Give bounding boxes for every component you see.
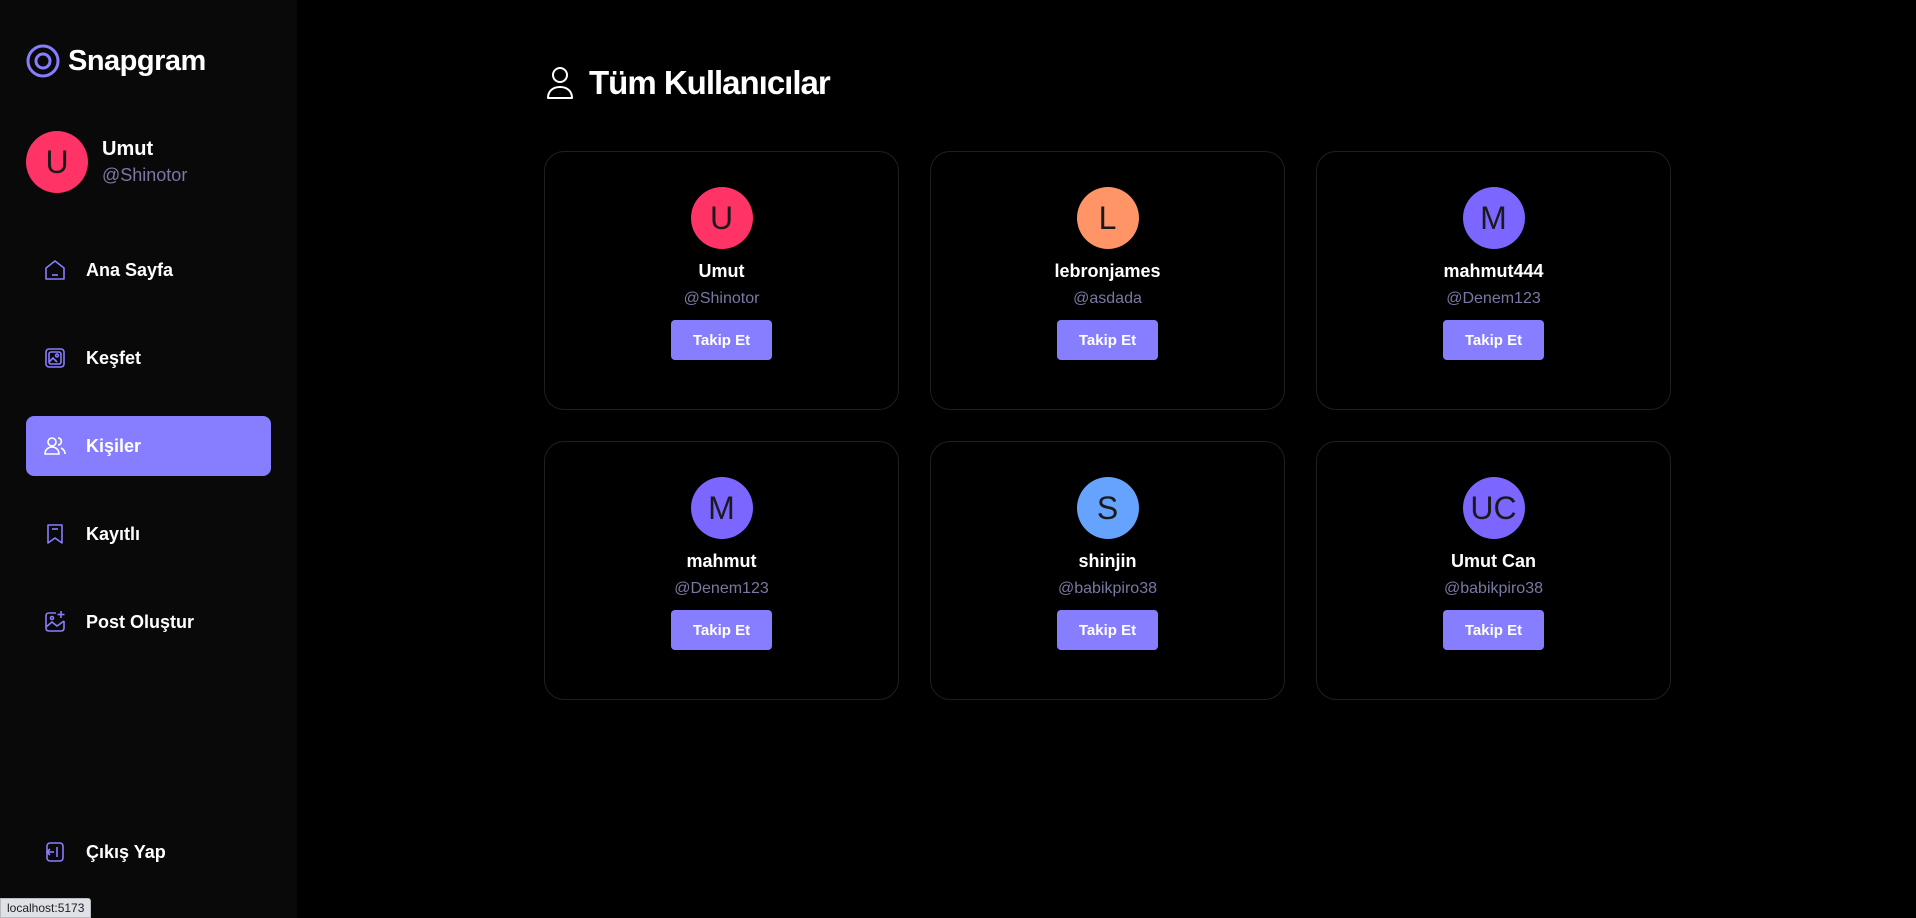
user-name[interactable]: mahmut — [686, 551, 756, 572]
follow-button[interactable]: Takip Et — [1442, 320, 1545, 360]
sidebar-nav: Ana Sayfa Keşfet Kişiler Kayıtlı Post Ol… — [26, 240, 271, 680]
user-card: S shinjin @babikpiro38 Takip Et — [930, 441, 1285, 700]
app-name: Snapgram — [68, 44, 206, 77]
follow-button[interactable]: Takip Et — [1056, 610, 1159, 650]
user-card: M mahmut @Denem123 Takip Et — [544, 441, 899, 700]
avatar-initial: S — [1096, 489, 1119, 526]
gallery-icon — [45, 348, 65, 368]
logout-button[interactable]: Çıkış Yap — [26, 822, 271, 882]
main-content: Tüm Kullanıcılar U Umut @Shinotor Takip … — [297, 0, 1916, 918]
sidebar-item-explore[interactable]: Keşfet — [26, 328, 271, 388]
sidebar-item-home[interactable]: Ana Sayfa — [26, 240, 271, 300]
home-icon — [45, 260, 65, 280]
sidebar-item-label: Post Oluştur — [86, 611, 195, 632]
sidebar-item-label: Kişiler — [86, 435, 142, 456]
sidebar-item-saved[interactable]: Kayıtlı — [26, 504, 271, 564]
camera-logo-icon — [26, 44, 60, 78]
avatar[interactable]: U — [690, 187, 753, 249]
user-name[interactable]: lebronjames — [1054, 261, 1160, 282]
app: Snapgram U Umut @Shinotor Ana Sayfa Keşf… — [0, 0, 1916, 918]
avatar[interactable]: L — [1076, 187, 1139, 249]
user-handle: @Denem123 — [1446, 290, 1541, 307]
avatar-initial: U — [709, 199, 734, 236]
sidebar-item-create-post[interactable]: Post Oluştur — [26, 592, 271, 652]
user-handle: @asdada — [1073, 290, 1142, 307]
user-name[interactable]: shinjin — [1079, 551, 1137, 572]
user-grid: U Umut @Shinotor Takip Et L lebronjames … — [544, 151, 1671, 700]
avatar[interactable]: M — [1462, 187, 1525, 249]
avatar-initial: UC — [1470, 489, 1517, 526]
follow-button[interactable]: Takip Et — [670, 320, 773, 360]
avatar[interactable]: S — [1076, 477, 1139, 539]
sidebar-item-label: Ana Sayfa — [86, 259, 174, 280]
profile-name: Umut — [102, 138, 154, 160]
sidebar-item-people[interactable]: Kişiler — [26, 416, 271, 476]
user-handle: @babikpiro38 — [1058, 580, 1157, 597]
page-title: Tüm Kullanıcılar — [589, 64, 831, 101]
avatar-initial: U — [45, 143, 69, 180]
follow-button[interactable]: Takip Et — [1442, 610, 1545, 650]
follow-button[interactable]: Takip Et — [670, 610, 773, 650]
logout-icon — [45, 842, 64, 862]
user-card: L lebronjames @asdada Takip Et — [930, 151, 1285, 410]
sidebar-item-label: Kayıtlı — [86, 523, 141, 544]
logo[interactable]: Snapgram — [26, 44, 206, 78]
profile-handle: @Shinotor — [102, 165, 188, 185]
sidebar: Snapgram U Umut @Shinotor Ana Sayfa Keşf… — [0, 0, 297, 918]
people-icon — [44, 437, 66, 455]
avatar: U — [26, 131, 88, 193]
avatar[interactable]: M — [690, 477, 753, 539]
user-name[interactable]: mahmut444 — [1443, 261, 1543, 282]
avatar-initial: M — [1480, 199, 1507, 236]
user-name[interactable]: Umut — [699, 261, 745, 282]
user-card: UC Umut Can @babikpiro38 Takip Et — [1316, 441, 1671, 700]
user-name[interactable]: Umut Can — [1451, 551, 1536, 572]
bookmark-icon — [47, 524, 63, 544]
logout-label: Çıkış Yap — [86, 841, 166, 862]
current-user-profile[interactable]: U Umut @Shinotor — [26, 131, 187, 193]
create-post-icon — [45, 611, 65, 632]
user-card: M mahmut444 @Denem123 Takip Et — [1316, 151, 1671, 410]
page-header: Tüm Kullanıcılar — [545, 64, 831, 102]
user-icon — [547, 67, 573, 99]
user-handle: @Denem123 — [674, 580, 769, 597]
user-handle: @Shinotor — [683, 290, 760, 307]
status-bar-url: localhost:5173 — [0, 898, 92, 918]
avatar-initial: L — [1098, 199, 1117, 236]
user-card: U Umut @Shinotor Takip Et — [544, 151, 899, 410]
sidebar-item-label: Keşfet — [86, 347, 142, 368]
user-handle: @babikpiro38 — [1444, 580, 1543, 597]
avatar[interactable]: UC — [1462, 477, 1525, 539]
avatar-initial: M — [708, 489, 735, 526]
follow-button[interactable]: Takip Et — [1056, 320, 1159, 360]
